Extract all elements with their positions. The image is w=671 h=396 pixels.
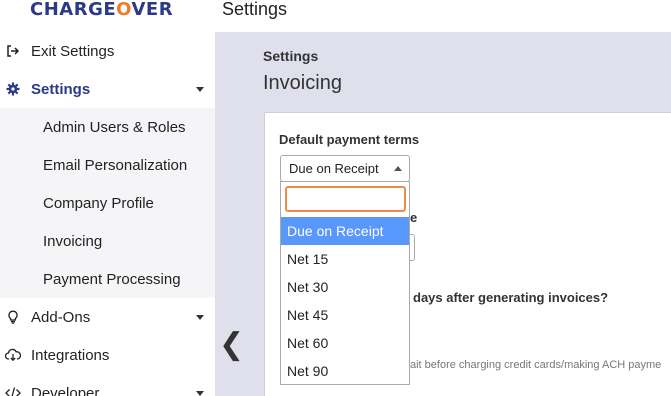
cloud-download-icon [5, 347, 21, 363]
sidebar-item-integrations[interactable]: Integrations [0, 336, 215, 374]
option-due-on-receipt[interactable]: Due on Receipt [281, 217, 409, 245]
lightbulb-icon [5, 309, 21, 325]
option-net-15[interactable]: Net 15 [281, 245, 409, 273]
sidebar-item-exit-settings[interactable]: Exit Settings [0, 32, 215, 70]
top-bar: CHARGEOVER Settings [0, 0, 671, 32]
sidebar-item-label: Admin Users & Roles [43, 118, 186, 136]
caret-down-icon [196, 390, 204, 396]
logo-text-suffix: VER [131, 0, 174, 20]
sidebar-item-label: Settings [31, 80, 91, 98]
header-title: Settings [222, 0, 288, 19]
field-label-partial: e [410, 210, 418, 225]
caret-down-icon [196, 314, 204, 320]
sidebar-item-company-profile[interactable]: Company Profile [0, 184, 215, 222]
select-value: Due on Receipt [289, 161, 379, 176]
sidebar-item-email-personalization[interactable]: Email Personalization [0, 146, 215, 184]
sidebar-item-label: Payment Processing [43, 270, 181, 288]
payment-terms-select[interactable]: Due on Receipt [280, 155, 410, 182]
sidebar-item-label: Integrations [31, 346, 110, 364]
caret-down-icon [196, 86, 204, 92]
code-icon [5, 385, 21, 396]
sidebar-item-label: Developer [31, 384, 100, 396]
payment-terms-label: Default payment terms [279, 132, 420, 147]
sidebar-item-settings[interactable]: Settings [0, 70, 215, 108]
wait-hint-text: ait before charging credit cards/making … [410, 359, 662, 371]
option-net-60[interactable]: Net 60 [281, 329, 409, 357]
option-net-30[interactable]: Net 30 [281, 273, 409, 301]
option-net-45[interactable]: Net 45 [281, 301, 409, 329]
page-title: Invoicing [263, 72, 342, 94]
logo-text-o: O [116, 0, 132, 20]
chargeover-logo[interactable]: CHARGEOVER [30, 0, 173, 22]
collapse-sidebar-icon[interactable]: ❮ [219, 330, 244, 360]
payment-terms-dropdown: Due on Receipt Net 15 Net 30 Net 45 Net … [280, 181, 410, 385]
sign-out-icon [5, 43, 21, 59]
sidebar-item-developer[interactable]: Developer [0, 374, 215, 396]
sidebar-item-add-ons[interactable]: Add-Ons [0, 298, 215, 336]
sidebar-item-invoicing[interactable]: Invoicing [0, 222, 215, 260]
gear-icon [5, 81, 21, 97]
sidebar-item-payment-processing[interactable]: Payment Processing [0, 260, 215, 298]
caret-up-icon [394, 166, 402, 171]
sidebar: Exit Settings Settings Admin Users & Rol… [0, 32, 215, 396]
sidebar-item-label: Add-Ons [31, 308, 91, 326]
dropdown-search-input[interactable] [285, 186, 406, 212]
sidebar-item-admin-users-roles[interactable]: Admin Users & Roles [0, 108, 215, 146]
sidebar-item-label: Company Profile [43, 194, 154, 212]
logo-text-prefix: CHARGE [30, 0, 117, 20]
option-net-90[interactable]: Net 90 [281, 357, 409, 385]
sidebar-item-label: Email Personalization [43, 156, 188, 174]
sidebar-item-label: Exit Settings [31, 42, 115, 60]
breadcrumb: Settings [263, 48, 319, 64]
days-question-label: days after generating invoices? [413, 290, 609, 305]
sidebar-item-label: Invoicing [43, 232, 103, 250]
